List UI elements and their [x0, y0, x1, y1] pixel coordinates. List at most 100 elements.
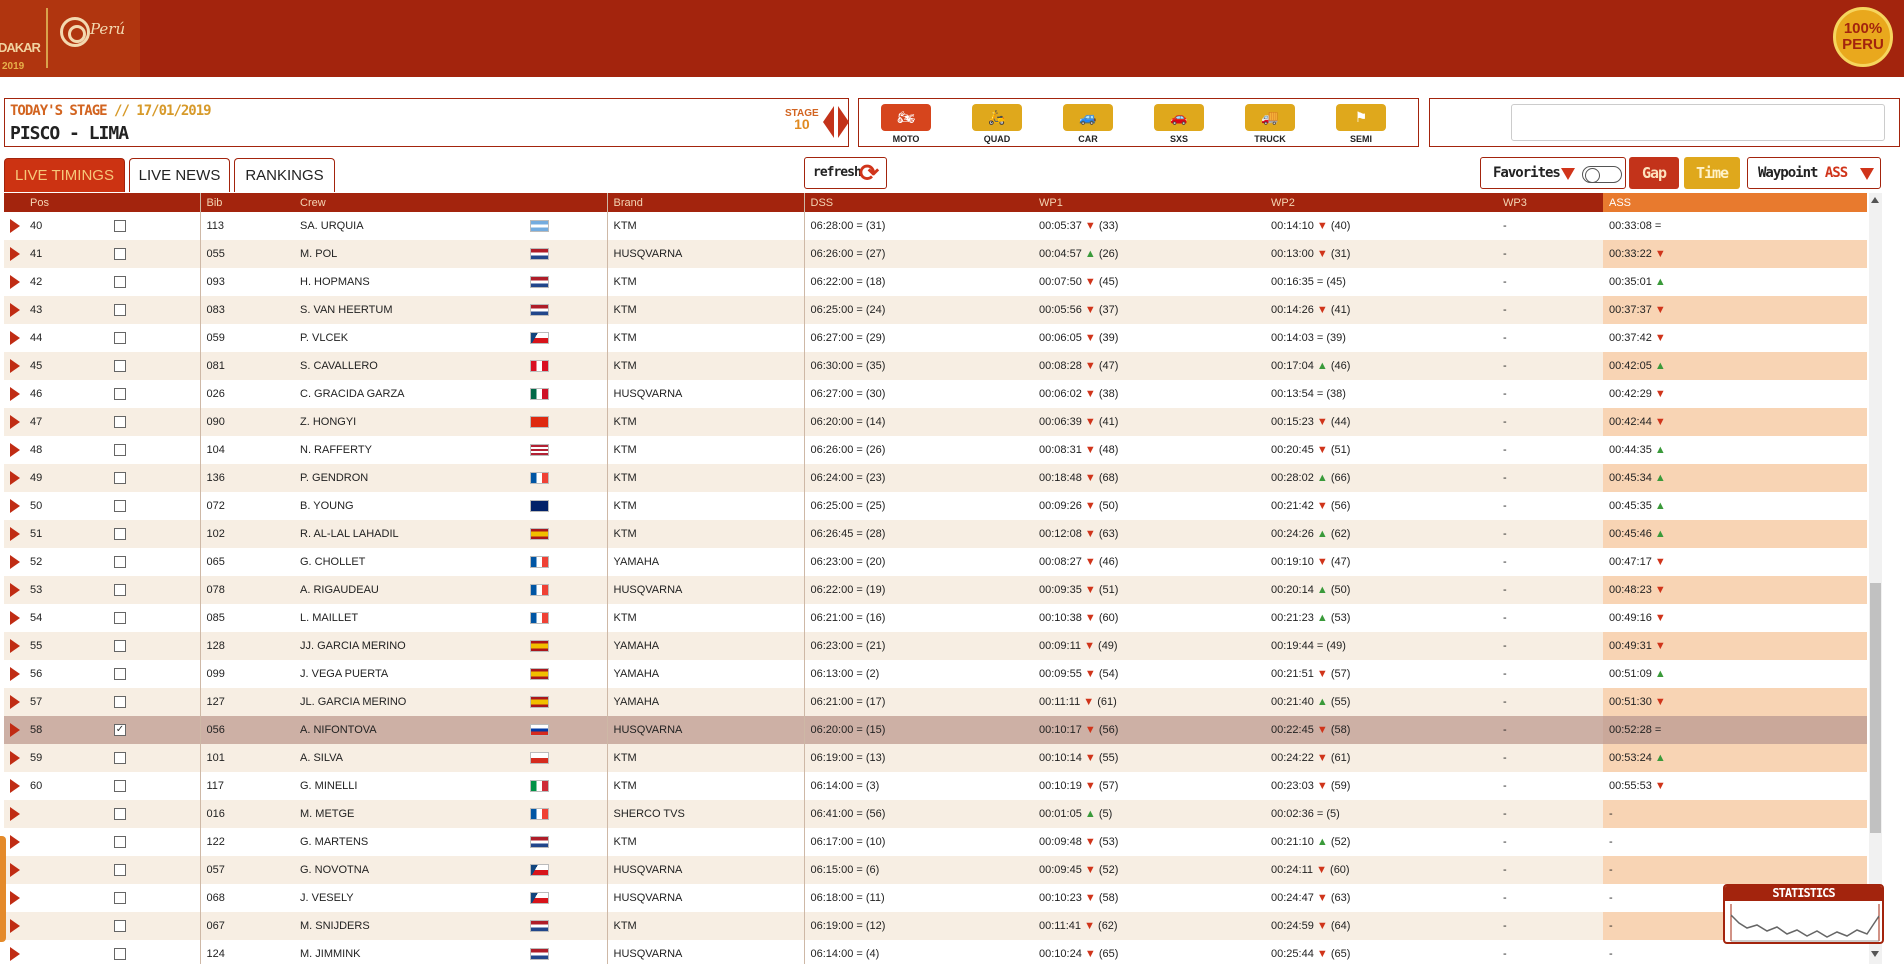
- expand-row-play-icon[interactable]: [10, 247, 20, 261]
- favorite-checkbox[interactable]: [114, 696, 126, 709]
- table-row[interactable]: 016 M. METGE SHERCO TVS 06:41:00 = (56) 00:0…: [4, 800, 1867, 828]
- col-header-dss[interactable]: DSS: [803, 193, 1033, 212]
- table-row[interactable]: 43 083 S. VAN HEERTUM KTM 06:25:00 = (24) 00:…: [4, 296, 1867, 324]
- table-row[interactable]: 46 026 C. GRACIDA GARZA HUSQVARNA 06:27:00 =…: [4, 380, 1867, 408]
- col-header-ass[interactable]: ASS: [1603, 193, 1784, 212]
- expand-row-play-icon[interactable]: [10, 695, 20, 709]
- expand-row-play-icon[interactable]: [10, 723, 20, 737]
- table-row[interactable]: 47 090 Z. HONGYI KTM 06:20:00 = (14) 00:06:39…: [4, 408, 1867, 436]
- category-semi[interactable]: ⚑ SEMI: [1335, 104, 1387, 144]
- favorite-checkbox[interactable]: [114, 948, 126, 961]
- favorite-checkbox[interactable]: [114, 640, 126, 653]
- expand-row-play-icon[interactable]: [10, 947, 20, 961]
- col-header-brand[interactable]: Brand: [606, 193, 804, 212]
- favorite-checkbox[interactable]: [114, 276, 126, 289]
- category-quad[interactable]: 🛵 QUAD: [971, 104, 1023, 144]
- col-header-wp2[interactable]: WP2: [1265, 193, 1497, 212]
- expand-row-play-icon[interactable]: [10, 471, 20, 485]
- expand-row-play-icon[interactable]: [10, 359, 20, 373]
- table-row[interactable]: 52 065 G. CHOLLET YAMAHA 06:23:00 = (20) 00:0…: [4, 548, 1867, 576]
- favorite-checkbox[interactable]: [114, 668, 126, 681]
- table-row[interactable]: 58 ✓ 056 A. NIFONTOVA HUSQVARNA 06:20:00 = (1…: [4, 716, 1867, 744]
- col-header-bib[interactable]: Bib: [199, 193, 294, 212]
- favorite-checkbox[interactable]: [114, 388, 126, 401]
- table-row[interactable]: 60 117 G. MINELLI KTM 06:14:00 = (3) 00:10:19…: [4, 772, 1867, 800]
- prev-stage-arrow-icon[interactable]: [823, 106, 834, 138]
- expand-row-play-icon[interactable]: [10, 583, 20, 597]
- favorites-control[interactable]: Favorites: [1480, 157, 1626, 189]
- expand-row-play-icon[interactable]: [10, 275, 20, 289]
- favorite-checkbox[interactable]: [114, 808, 126, 821]
- col-header-wp1[interactable]: WP1: [1033, 193, 1265, 212]
- next-stage-arrow-icon[interactable]: [838, 106, 849, 138]
- tab-live-timings[interactable]: LIVE TIMINGS: [4, 158, 125, 192]
- expand-row-play-icon[interactable]: [10, 639, 20, 653]
- expand-row-play-icon[interactable]: [10, 331, 20, 345]
- table-row[interactable]: 54 085 L. MAILLET KTM 06:21:00 = (16) 00:10:3…: [4, 604, 1867, 632]
- col-header-wp3[interactable]: WP3: [1497, 193, 1603, 212]
- expand-row-play-icon[interactable]: [10, 555, 20, 569]
- side-drawer-tab[interactable]: [0, 836, 6, 942]
- table-row[interactable]: 50 072 B. YOUNG KTM 06:25:00 = (25) 00:09:26 …: [4, 492, 1867, 520]
- expand-row-play-icon[interactable]: [10, 303, 20, 317]
- table-row[interactable]: 068 J. VESELY HUSQVARNA 06:18:00 = (11) 00:1…: [4, 884, 1867, 912]
- table-row[interactable]: 53 078 A. RIGAUDEAU HUSQVARNA 06:22:00 = (19…: [4, 576, 1867, 604]
- favorite-checkbox[interactable]: [114, 360, 126, 373]
- favorite-checkbox[interactable]: ✓: [114, 724, 126, 737]
- table-row[interactable]: 59 101 A. SILVA KTM 06:19:00 = (13) 00:10:14 …: [4, 744, 1867, 772]
- table-row[interactable]: 55 128 JJ. GARCIA MERINO YAMAHA 06:23:00 = (…: [4, 632, 1867, 660]
- table-scrollbar[interactable]: [1869, 193, 1882, 964]
- expand-row-play-icon[interactable]: [10, 611, 20, 625]
- table-row[interactable]: 057 G. NOVOTNA HUSQVARNA 06:15:00 = (6) 00:0…: [4, 856, 1867, 884]
- expand-row-play-icon[interactable]: [10, 807, 20, 821]
- expand-row-play-icon[interactable]: [10, 891, 20, 905]
- favorite-checkbox[interactable]: [114, 472, 126, 485]
- expand-row-play-icon[interactable]: [10, 219, 20, 233]
- expand-row-play-icon[interactable]: [10, 863, 20, 877]
- favorite-checkbox[interactable]: [114, 836, 126, 849]
- table-row[interactable]: 49 136 P. GENDRON KTM 06:24:00 = (23) 00:18:4…: [4, 464, 1867, 492]
- favorites-toggle[interactable]: [1582, 166, 1622, 183]
- expand-row-play-icon[interactable]: [10, 443, 20, 457]
- scrollbar-thumb[interactable]: [1870, 583, 1881, 833]
- favorite-checkbox[interactable]: [114, 416, 126, 429]
- waypoint-select[interactable]: Waypoint ASS: [1747, 157, 1881, 189]
- favorite-checkbox[interactable]: [114, 752, 126, 765]
- category-sxs[interactable]: 🚗 SXS: [1153, 104, 1205, 144]
- table-row[interactable]: 067 M. SNIJDERS KTM 06:19:00 = (12) 00:11:41…: [4, 912, 1867, 940]
- category-moto[interactable]: 🏍 MOTO: [880, 104, 932, 144]
- favorite-checkbox[interactable]: [114, 920, 126, 933]
- category-car[interactable]: 🚙 CAR: [1062, 104, 1114, 144]
- expand-row-play-icon[interactable]: [10, 527, 20, 541]
- table-row[interactable]: 44 059 P. VLCEK KTM 06:27:00 = (29) 00:06:05 …: [4, 324, 1867, 352]
- favorite-checkbox[interactable]: [114, 220, 126, 233]
- refresh-button[interactable]: refresh ⟳: [804, 157, 887, 189]
- expand-row-play-icon[interactable]: [10, 751, 20, 765]
- table-row[interactable]: 40 113 SA. URQUIA KTM 06:28:00 = (31) 00:05:3…: [4, 212, 1867, 240]
- expand-row-play-icon[interactable]: [10, 667, 20, 681]
- expand-row-play-icon[interactable]: [10, 779, 20, 793]
- favorite-checkbox[interactable]: [114, 556, 126, 569]
- favorite-checkbox[interactable]: [114, 500, 126, 513]
- col-header-pos[interactable]: Pos: [24, 193, 108, 212]
- category-truck[interactable]: 🚚 TRUCK: [1244, 104, 1296, 144]
- table-row[interactable]: 51 102 R. AL-LAL LAHADIL KTM 06:26:45 = (28)…: [4, 520, 1867, 548]
- favorite-checkbox[interactable]: [114, 332, 126, 345]
- favorite-checkbox[interactable]: [114, 584, 126, 597]
- table-row[interactable]: 56 099 J. VEGA PUERTA YAMAHA 06:13:00 = (2) 0…: [4, 660, 1867, 688]
- table-row[interactable]: 45 081 S. CAVALLERO KTM 06:30:00 = (35) 00:08…: [4, 352, 1867, 380]
- expand-row-play-icon[interactable]: [10, 919, 20, 933]
- statistics-widget[interactable]: STATISTICS: [1723, 884, 1884, 944]
- favorite-checkbox[interactable]: [114, 780, 126, 793]
- table-row[interactable]: 122 G. MARTENS KTM 06:17:00 = (10) 00:09:48 …: [4, 828, 1867, 856]
- tab-rankings[interactable]: RANKINGS: [234, 158, 335, 192]
- scroll-up-arrow-icon[interactable]: [1871, 197, 1879, 203]
- table-row[interactable]: 57 127 JL. GARCIA MERINO YAMAHA 06:21:00 = (…: [4, 688, 1867, 716]
- col-header-crew[interactable]: Crew: [294, 193, 524, 212]
- favorite-checkbox[interactable]: [114, 864, 126, 877]
- table-row[interactable]: 48 104 N. RAFFERTY KTM 06:26:00 = (26) 00:08:…: [4, 436, 1867, 464]
- search-input[interactable]: [1511, 104, 1885, 141]
- table-row[interactable]: 124 M. JIMMINK HUSQVARNA 06:14:00 = (4) 00:1…: [4, 940, 1867, 964]
- favorite-checkbox[interactable]: [114, 612, 126, 625]
- favorite-checkbox[interactable]: [114, 528, 126, 541]
